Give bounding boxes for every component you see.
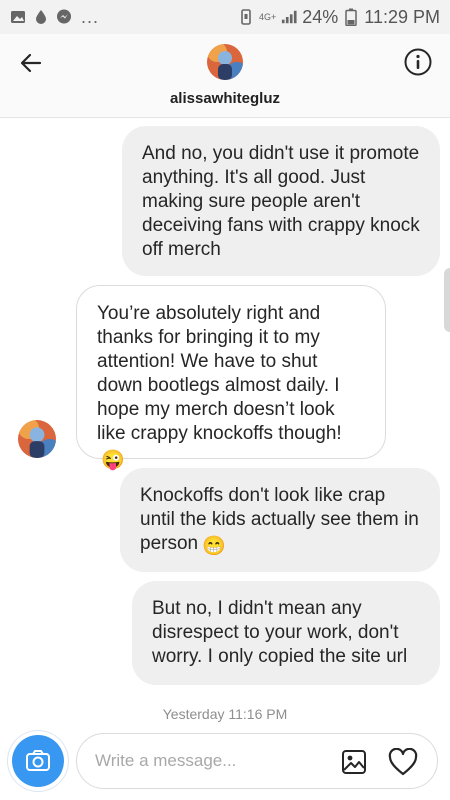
gallery-icon[interactable] bbox=[339, 747, 369, 777]
clock: 11:29 PM bbox=[364, 6, 440, 27]
status-bar: ... 4G+ 24% 11:29 PM bbox=[0, 0, 450, 34]
gallery-notification-icon bbox=[10, 9, 26, 25]
conversation-header: alissawhitegluz bbox=[0, 34, 450, 118]
avatar[interactable] bbox=[207, 44, 243, 80]
message-text: You’re absolutely right and thanks for b… bbox=[97, 303, 342, 444]
message-timestamp: Yesterday 11:16 PM bbox=[162, 706, 288, 722]
signal-icon bbox=[281, 9, 297, 25]
message-composer bbox=[10, 733, 440, 791]
sender-avatar[interactable] bbox=[18, 420, 56, 458]
messenger-icon bbox=[56, 9, 72, 25]
network-type: 4G+ bbox=[258, 11, 277, 22]
message-input[interactable] bbox=[95, 734, 325, 788]
message-bubble-sent[interactable]: But no, I didn't mean any disrespect to … bbox=[132, 581, 440, 685]
back-arrow-icon[interactable] bbox=[16, 48, 46, 78]
message-input-container bbox=[76, 733, 438, 789]
scroll-edge-handle[interactable] bbox=[444, 268, 450, 332]
camera-icon bbox=[26, 750, 50, 771]
message-text: But no, I didn't mean any disrespect to … bbox=[152, 598, 408, 667]
message-bubble-received[interactable]: You’re absolutely right and thanks for b… bbox=[76, 285, 386, 471]
conversation-username[interactable]: alissawhitegluz bbox=[0, 90, 450, 107]
message-bubble-sent[interactable]: Knockoffs don't look like crap until the… bbox=[120, 468, 440, 572]
grinning-emoji: 😁 bbox=[202, 536, 226, 557]
message-text: Knockoffs don't look like crap until the… bbox=[140, 485, 419, 554]
battery-icon bbox=[343, 8, 359, 26]
more-notifications-icon: ... bbox=[81, 7, 100, 27]
winking-tongue-emoji: 😜 bbox=[101, 450, 125, 471]
message-text: And no, you didn't use it promote anythi… bbox=[142, 143, 420, 260]
message-bubble-sent[interactable]: And no, you didn't use it promote anythi… bbox=[122, 126, 440, 276]
vibrate-icon bbox=[238, 9, 254, 25]
drop-icon bbox=[33, 9, 49, 25]
status-right: 4G+ 24% 11:29 PM bbox=[238, 7, 440, 28]
battery-percent: 24% bbox=[302, 6, 339, 27]
heart-icon[interactable] bbox=[387, 746, 419, 778]
camera-button[interactable] bbox=[12, 735, 64, 787]
info-icon[interactable] bbox=[402, 46, 434, 78]
notification-icons: ... bbox=[10, 8, 99, 26]
